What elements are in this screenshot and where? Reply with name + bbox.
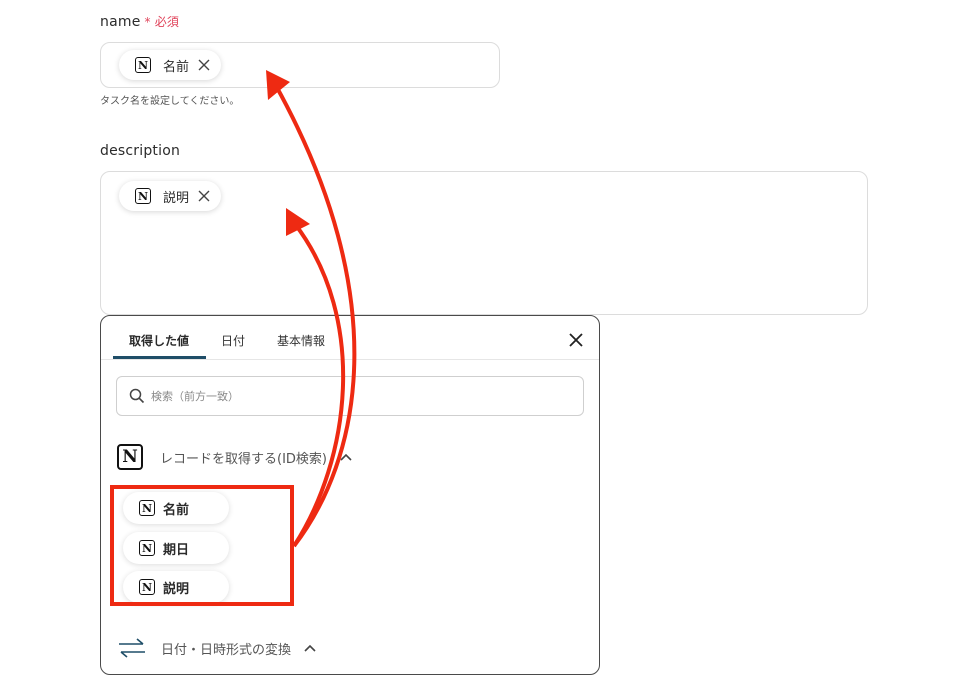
tab-date[interactable]: 日付	[221, 332, 245, 349]
close-icon[interactable]	[197, 58, 211, 72]
name-label-text: name	[100, 14, 141, 30]
description-label: description	[100, 143, 181, 159]
tab-basic-info[interactable]: 基本情報	[277, 332, 325, 349]
description-value-chip: N 説明	[119, 181, 222, 211]
description-input[interactable]: N 説明	[100, 171, 868, 315]
tab-divider	[101, 359, 599, 360]
output-item-description[interactable]: N 説明	[123, 571, 229, 603]
search-icon	[129, 388, 145, 404]
convert-arrows-icon	[119, 638, 145, 658]
notion-logo-icon: N	[135, 188, 151, 204]
search-input[interactable]: 検索（前方一致）	[116, 376, 584, 416]
item-label: 期日	[163, 542, 190, 558]
chevron-up-icon[interactable]	[339, 452, 353, 462]
name-value-chip: N 名前	[119, 50, 222, 80]
close-icon[interactable]	[568, 332, 584, 348]
name-chip-label: 名前	[163, 59, 190, 75]
item-label: 説明	[163, 581, 190, 597]
output-item-due-date[interactable]: N 期日	[123, 532, 229, 564]
notion-logo-icon: N	[117, 444, 143, 470]
search-placeholder: 検索（前方一致）	[151, 390, 239, 403]
notion-logo-icon: N	[139, 579, 155, 595]
output-picker-panel: 取得した値 日付 基本情報 検索（前方一致） N レコードを取得する(ID検索)…	[100, 315, 600, 675]
notion-logo-icon: N	[139, 500, 155, 516]
section-title: レコードを取得する(ID検索)	[160, 451, 327, 467]
name-hint: タスク名を設定してください。	[100, 96, 240, 107]
section-date-convert[interactable]: 日付・日時形式の変換	[117, 638, 317, 658]
tab-retrieved-values[interactable]: 取得した値	[129, 332, 189, 349]
output-item-name[interactable]: N 名前	[123, 492, 229, 524]
close-icon[interactable]	[197, 189, 211, 203]
required-mark: * 必須	[144, 15, 180, 29]
section-get-record[interactable]: N レコードを取得する(ID検索)	[117, 444, 353, 470]
section-title: 日付・日時形式の変換	[161, 642, 292, 658]
name-field-label: name * 必須	[100, 13, 179, 30]
name-input[interactable]: N 名前	[100, 42, 500, 88]
item-label: 名前	[163, 502, 190, 518]
description-chip-label: 説明	[163, 190, 190, 206]
notion-logo-icon: N	[135, 57, 151, 73]
notion-logo-icon: N	[139, 540, 155, 556]
